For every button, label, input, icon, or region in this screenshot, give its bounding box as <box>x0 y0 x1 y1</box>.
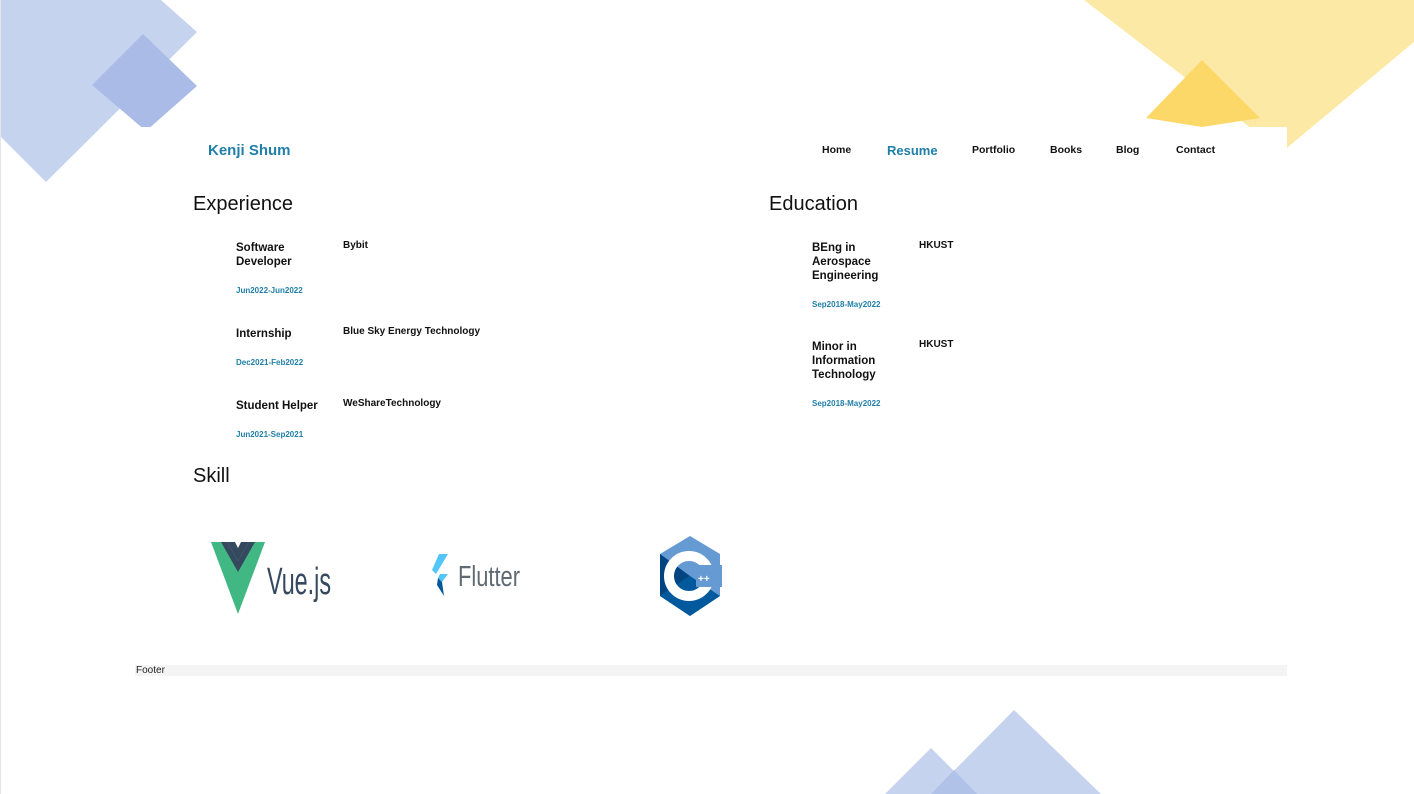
education-degree: BEng in Aerospace Engineering <box>812 242 879 282</box>
cpp-logo: ++ <box>659 535 723 617</box>
footer-text: Footer <box>136 665 165 676</box>
experience-title: Experience <box>193 193 294 215</box>
nav-blog[interactable]: Blog <box>1116 144 1139 156</box>
education-school: HKUST <box>919 339 954 350</box>
education-date: Sep2018-May2022 <box>812 300 881 309</box>
svg-text:++: ++ <box>698 574 710 585</box>
education-item: BEng in Aerospace Engineering HKUST Sep2… <box>812 240 1112 311</box>
decorative-shape-bottom <box>885 710 1101 794</box>
vuejs-logo: Vue.js <box>211 542 336 617</box>
page-container: Kenji Shum Home Resume Portfolio Books B… <box>135 127 1287 676</box>
top-navbar: Kenji Shum Home Resume Portfolio Books B… <box>135 127 1287 173</box>
vuejs-logo-text: Vue.js <box>267 561 331 603</box>
footer: Footer <box>135 665 1287 676</box>
experience-role: Software Developer <box>236 242 292 268</box>
flutter-logo: Flutter <box>431 552 526 597</box>
experience-item: Student Helper WeShareTechnology Jun2021… <box>236 398 636 439</box>
experience-org: Blue Sky Energy Technology <box>343 326 481 337</box>
education-title: Education <box>769 193 858 215</box>
nav-contact[interactable]: Contact <box>1176 144 1215 156</box>
education-school: HKUST <box>919 240 954 251</box>
experience-org: Bybit <box>343 240 368 251</box>
education-degree: Minor in Information Technology <box>812 341 876 381</box>
experience-date: Dec2021-Feb2022 <box>236 358 304 367</box>
education-date: Sep2018-May2022 <box>812 399 881 408</box>
nav-resume[interactable]: Resume <box>887 143 938 158</box>
experience-item: Software Developer Bybit Jun2022-Jun2022 <box>236 240 636 301</box>
skill-title: Skill <box>193 465 230 487</box>
experience-role: Internship <box>236 328 292 340</box>
experience-item: Internship Blue Sky Energy Technology De… <box>236 326 636 367</box>
experience-date: Jun2021-Sep2021 <box>236 430 304 439</box>
nav-menu: Home Resume Portfolio Books Blog Contact <box>135 127 1287 173</box>
experience-date: Jun2022-Jun2022 <box>236 286 303 295</box>
experience-role: Student Helper <box>236 400 318 412</box>
nav-books[interactable]: Books <box>1050 144 1082 156</box>
experience-org: WeShareTechnology <box>343 398 441 409</box>
nav-portfolio[interactable]: Portfolio <box>972 144 1015 156</box>
education-item: Minor in Information Technology HKUST Se… <box>812 339 1112 410</box>
flutter-logo-text: Flutter <box>458 561 520 593</box>
nav-home[interactable]: Home <box>822 144 851 156</box>
